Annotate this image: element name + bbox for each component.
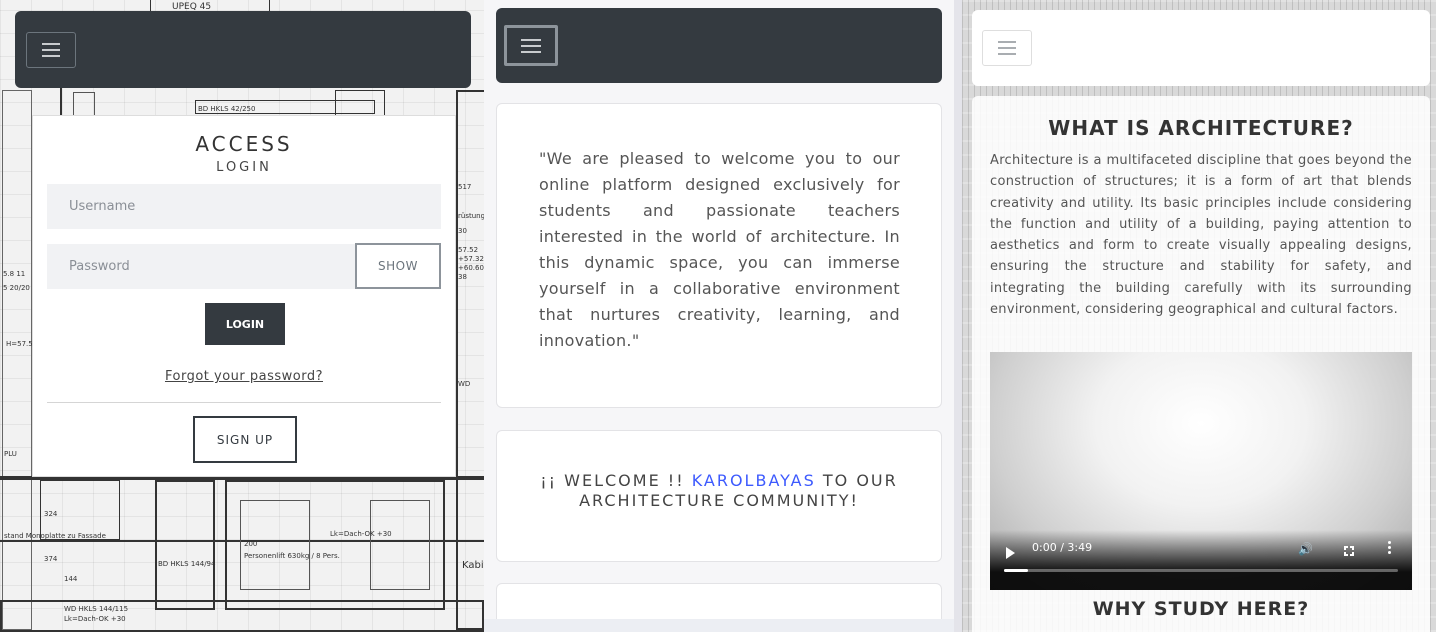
welcome-message: ¡¡ WELCOME !! KAROLBAYAS TO OUR ARCHITEC… xyxy=(497,471,941,511)
blueprint-line xyxy=(370,500,430,590)
why-study-title: WHY STUDY HERE? xyxy=(1092,598,1310,620)
architecture-card: WHAT IS ARCHITECTURE? Architecture is a … xyxy=(972,96,1430,632)
blueprint-text: +60.60 xyxy=(458,264,484,272)
menu-toggle-button[interactable] xyxy=(26,32,76,68)
menu-icon xyxy=(521,38,541,41)
menu-icon xyxy=(42,49,60,51)
menu-icon xyxy=(42,43,60,45)
welcome-quote: "We are pleased to welcome you to our on… xyxy=(539,149,900,350)
blueprint-text: 38 xyxy=(458,273,467,281)
video-controls xyxy=(990,530,1412,590)
login-view: UPEQ 45 BD HKLS 42/250 5.8 11 5 20/20 57… xyxy=(0,0,484,632)
navbar xyxy=(496,8,942,83)
blueprint-line xyxy=(335,90,385,116)
blueprint-text: +57.32 xyxy=(458,255,484,263)
menu-icon xyxy=(998,41,1016,43)
access-title: ACCESS xyxy=(195,132,293,156)
username-input[interactable]: Username xyxy=(47,184,441,229)
blueprint-text: WD HKLS 144/115 xyxy=(64,605,129,613)
screen: UPEQ 45 BD HKLS 42/250 5.8 11 5 20/20 57… xyxy=(0,0,1436,632)
blueprint-text: 5 20/20 xyxy=(3,284,30,292)
blueprint-text: 57.52 xyxy=(458,246,479,254)
show-password-button[interactable]: SHOW xyxy=(355,243,441,289)
fullscreen-icon[interactable] xyxy=(1344,546,1354,556)
menu-toggle-button[interactable] xyxy=(504,25,558,66)
navbar xyxy=(15,11,471,88)
blueprint-line xyxy=(155,480,215,610)
blueprint-line xyxy=(456,90,484,630)
blueprint-text: stand Monoplatte zu Fassade xyxy=(4,532,106,540)
welcome-card: ¡¡ WELCOME !! KAROLBAYAS TO OUR ARCHITEC… xyxy=(496,430,942,562)
welcome-prefix: ¡¡ WELCOME !! xyxy=(540,471,692,490)
signup-button[interactable]: SIGN UP xyxy=(193,416,297,463)
video-progress-bar[interactable] xyxy=(1004,569,1398,572)
architecture-description: Architecture is a multifaceted disciplin… xyxy=(990,153,1412,318)
blueprint-text: Lk=Dach-OK +30 xyxy=(64,615,126,623)
blueprint-text: 30 xyxy=(458,227,467,235)
scroll-area xyxy=(484,619,954,632)
login-button[interactable]: LOGIN xyxy=(205,303,285,345)
blueprint-text: BD HKLS 42/250 xyxy=(198,105,256,113)
blueprint-line xyxy=(2,90,32,630)
menu-icon xyxy=(521,50,541,53)
video-time: 0:00 / 3:49 xyxy=(1032,541,1093,554)
menu-icon xyxy=(521,44,541,47)
architecture-title: WHAT IS ARCHITECTURE? xyxy=(1048,116,1354,140)
menu-icon xyxy=(998,47,1016,49)
login-subtitle: LOGIN xyxy=(216,160,272,175)
login-card: ACCESS LOGIN Username Password SHOW LOGI… xyxy=(32,115,456,477)
blueprint-text: rüstung xyxy=(458,212,484,220)
video-progress-fill xyxy=(1004,569,1028,572)
volume-icon[interactable]: 🔊 xyxy=(1298,542,1313,556)
blueprint-line xyxy=(73,92,95,116)
video-player[interactable]: 0:00 / 3:49 🔊 xyxy=(990,352,1412,590)
blueprint-text: 324 xyxy=(44,510,58,518)
quote-card: "We are pleased to welcome you to our on… xyxy=(496,103,942,408)
blueprint-text: Lk=Dach-OK +30 xyxy=(330,530,392,538)
username-link[interactable]: KAROLBAYAS xyxy=(692,471,816,490)
blueprint-text: Kabine: 110 x 140cm xyxy=(462,560,484,571)
welcome-view: "We are pleased to welcome you to our on… xyxy=(484,0,954,632)
blueprint-text: Personenlift 630kg / 8 Pers. xyxy=(244,552,340,560)
navbar xyxy=(972,10,1430,86)
blueprint-text: 5.8 11 xyxy=(3,270,26,278)
more-options-icon[interactable] xyxy=(1388,541,1392,556)
blueprint-text: 517 xyxy=(458,183,472,191)
separator xyxy=(954,0,962,632)
blueprint-text: BD HKLS 144/94 xyxy=(158,560,216,568)
blueprint-text: 144 xyxy=(64,575,78,583)
blueprint-text: 374 xyxy=(44,555,58,563)
menu-toggle-button[interactable] xyxy=(982,30,1032,66)
blueprint-text: WD xyxy=(458,380,471,388)
play-icon[interactable] xyxy=(1006,547,1015,559)
blueprint-line xyxy=(60,88,62,118)
blueprint-text: 200 xyxy=(244,540,258,548)
forgot-password-link[interactable]: Forgot your password? xyxy=(33,369,455,384)
divider xyxy=(47,402,441,403)
menu-icon xyxy=(42,55,60,57)
menu-icon xyxy=(998,53,1016,55)
architecture-view: WHAT IS ARCHITECTURE? Architecture is a … xyxy=(962,0,1436,632)
blueprint-text: PLU xyxy=(4,450,17,458)
password-input[interactable]: Password xyxy=(47,244,357,289)
